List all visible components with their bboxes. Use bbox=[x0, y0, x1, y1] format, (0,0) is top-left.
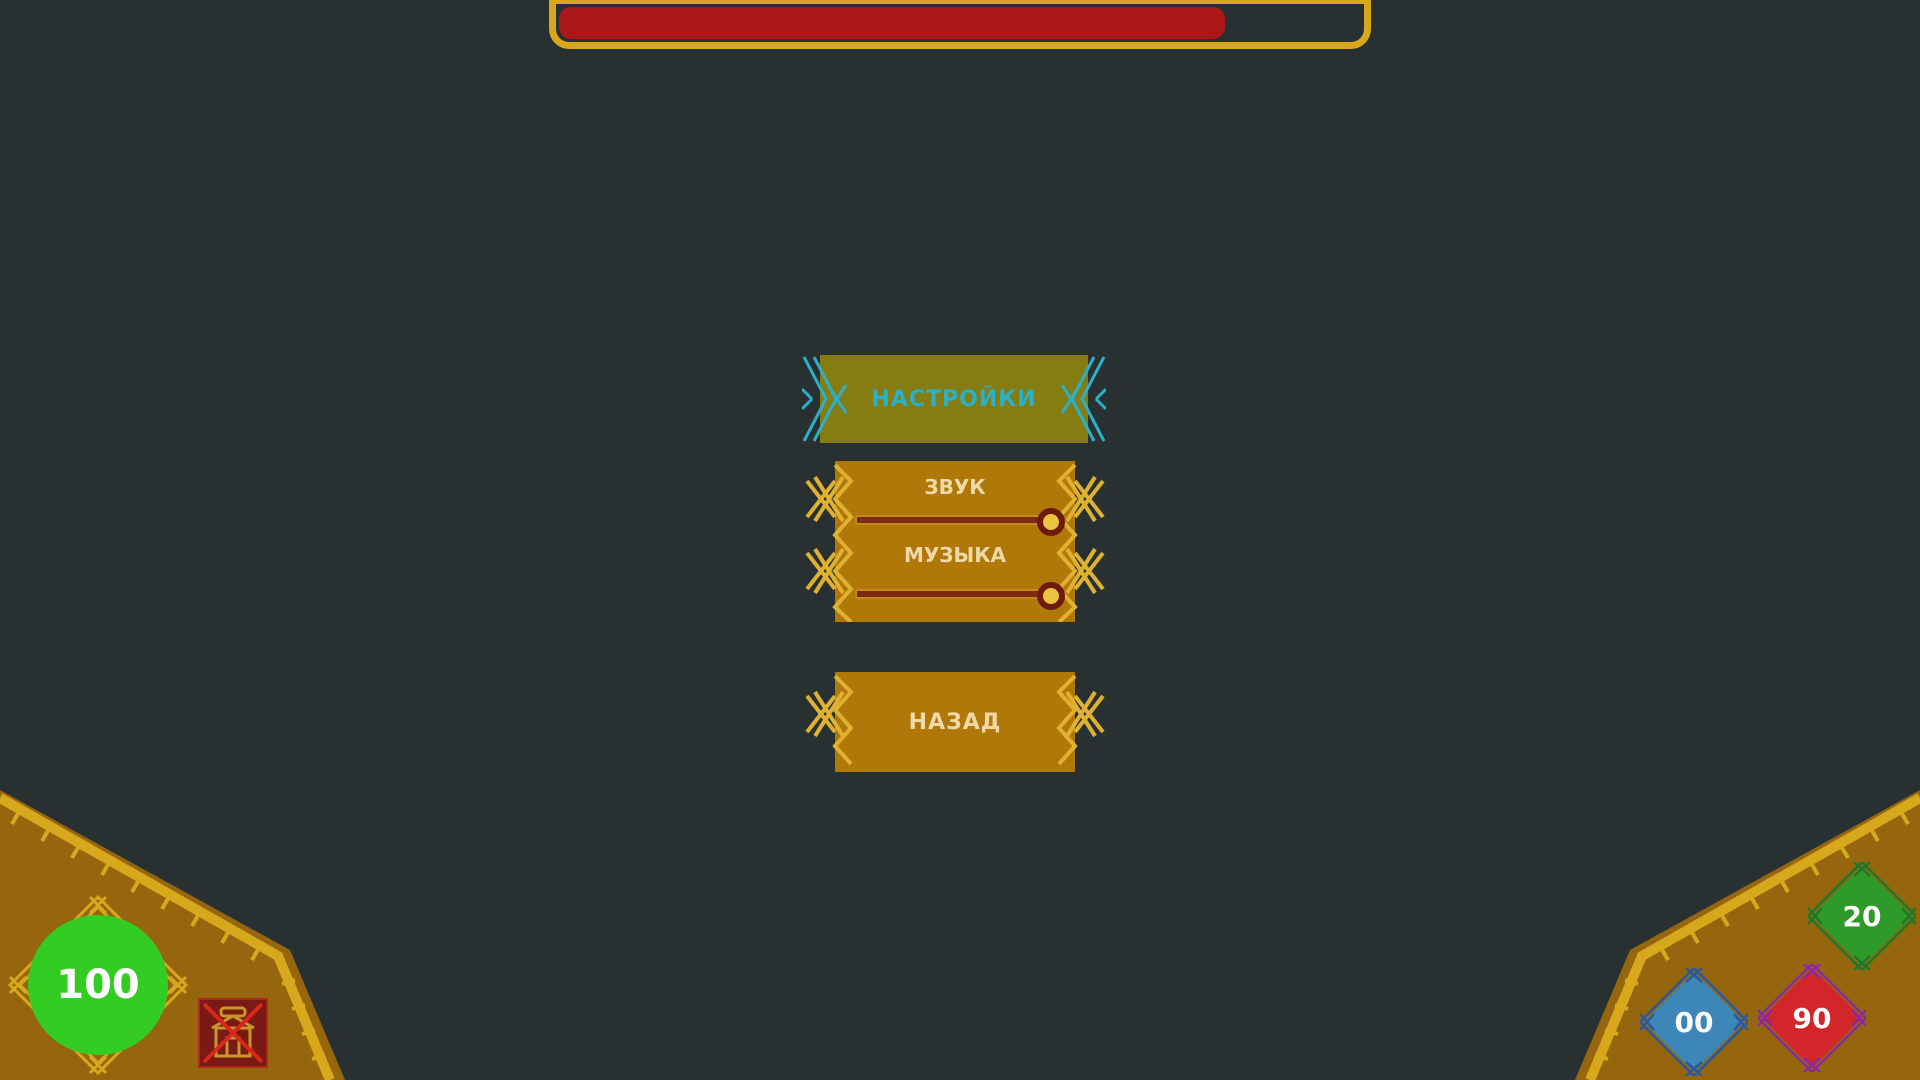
item-slot[interactable] bbox=[198, 998, 268, 1068]
settings-title-banner: НАСТРОЙКИ bbox=[802, 355, 1106, 443]
health-value: 100 bbox=[56, 962, 140, 1008]
music-label: МУЗЫКА bbox=[903, 543, 1007, 567]
settings-panel: ЗВУК МУЗЫКА bbox=[805, 461, 1105, 622]
green-gem-value: 20 bbox=[1842, 899, 1882, 933]
red-gem-value: 90 bbox=[1792, 1001, 1832, 1035]
sound-slider[interactable] bbox=[855, 508, 1065, 536]
top-progress-fill bbox=[559, 7, 1225, 39]
music-slider[interactable] bbox=[855, 582, 1065, 610]
top-progress-bar bbox=[549, 0, 1371, 49]
music-slider-fill bbox=[857, 591, 1051, 597]
back-button-label: НАЗАД bbox=[908, 709, 1002, 735]
music-slider-knob[interactable] bbox=[1037, 582, 1065, 610]
sound-slider-knob[interactable] bbox=[1037, 508, 1065, 536]
sound-label: ЗВУК bbox=[924, 475, 986, 499]
crossed-house-icon bbox=[198, 998, 268, 1068]
health-badge: 100 bbox=[8, 895, 188, 1075]
blue-gem-value: 00 bbox=[1674, 1005, 1714, 1039]
back-button[interactable]: НАЗАД bbox=[805, 672, 1105, 772]
sound-slider-fill bbox=[857, 517, 1051, 523]
game-screen: НАСТРОЙКИ ЗВУК МУЗЫКА НАЗАД 100 20 00 90 bbox=[0, 0, 1920, 1080]
blue-gem-counter: 00 bbox=[1640, 968, 1748, 1076]
settings-title: НАСТРОЙКИ bbox=[871, 386, 1037, 412]
green-gem-counter: 20 bbox=[1808, 862, 1916, 970]
red-gem-counter: 90 bbox=[1758, 964, 1866, 1072]
